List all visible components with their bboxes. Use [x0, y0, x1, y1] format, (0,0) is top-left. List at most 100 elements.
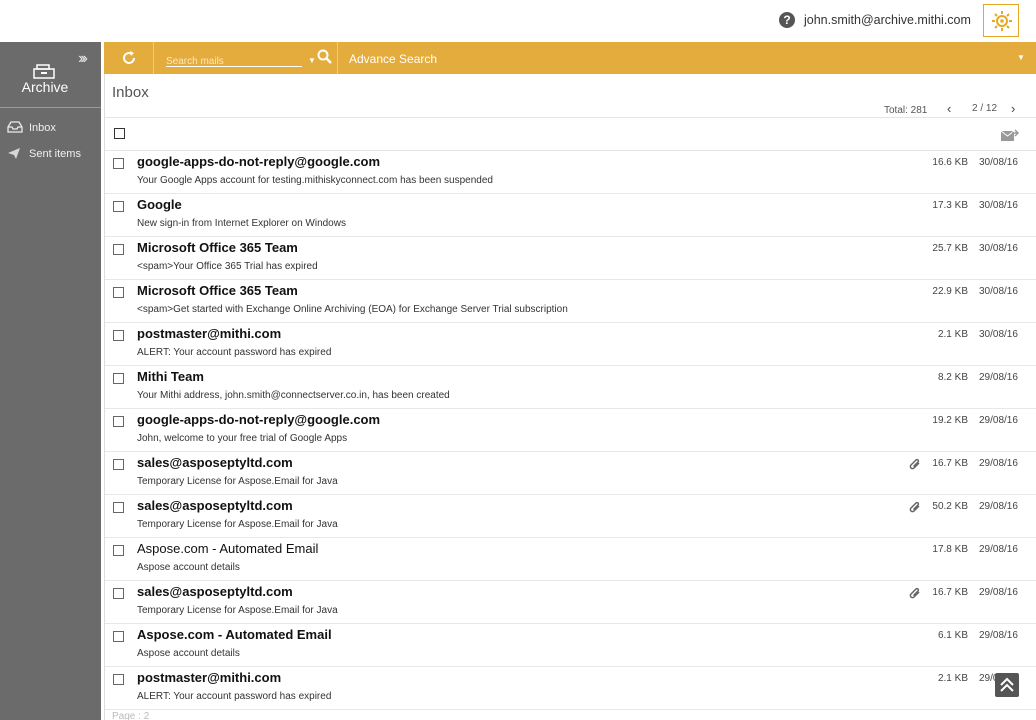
refresh-icon	[123, 51, 136, 64]
mail-row-checkbox[interactable]	[113, 674, 124, 685]
double-chevron-up-icon	[1000, 677, 1014, 692]
mail-subject: ALERT: Your account password has expired	[137, 347, 332, 358]
mail-subject: <spam>Get started with Exchange Online A…	[137, 304, 568, 315]
mail-sender: sales@asposeptyltd.com	[137, 584, 293, 599]
select-all-checkbox[interactable]	[114, 128, 125, 139]
archive-icon	[33, 64, 55, 79]
page-title: Inbox	[112, 84, 149, 101]
gear-sun-icon	[990, 10, 1014, 32]
help-icon[interactable]: ?	[779, 12, 795, 28]
mail-size: 17.3 KB	[932, 200, 968, 211]
refresh-button[interactable]	[104, 42, 154, 74]
mail-subject: New sign-in from Internet Explorer on Wi…	[137, 218, 346, 229]
mail-date: 30/08/16	[979, 286, 1018, 297]
mail-sender: Google	[137, 197, 182, 212]
mail-sender: Aspose.com - Automated Email	[137, 627, 332, 642]
sidebar: ››› Archive Inbox Sent items	[0, 42, 101, 720]
mail-date: 29/08/16	[979, 458, 1018, 469]
mail-sender: sales@asposeptyltd.com	[137, 455, 293, 470]
mail-size: 17.8 KB	[932, 544, 968, 555]
mail-size: 22.9 KB	[932, 286, 968, 297]
mail-subject: <spam>Your Office 365 Trial has expired	[137, 261, 318, 272]
mail-subject: Temporary License for Aspose.Email for J…	[137, 476, 338, 487]
mail-date: 30/08/16	[979, 157, 1018, 168]
sidebar-item-inbox[interactable]: Inbox	[0, 117, 101, 139]
search-icon[interactable]	[317, 49, 332, 64]
mail-date: 29/08/16	[979, 415, 1018, 426]
sidebar-item-label: Inbox	[29, 122, 56, 134]
mail-row[interactable]: google-apps-do-not-reply@google.com Your …	[105, 151, 1036, 194]
chevron-down-icon[interactable]: ▼	[1017, 53, 1025, 62]
search-input[interactable]	[166, 56, 296, 67]
mail-row-checkbox[interactable]	[113, 158, 124, 169]
mail-row[interactable]: postmaster@mithi.com ALERT: Your account …	[105, 667, 1036, 710]
mail-sender: google-apps-do-not-reply@google.com	[137, 154, 381, 169]
mail-sender: Aspose.com - Automated Email	[137, 541, 319, 556]
mail-date: 29/08/16	[979, 372, 1018, 383]
scroll-to-top-button[interactable]	[995, 673, 1019, 697]
mail-row[interactable]: Aspose.com - Automated Email Aspose accou…	[105, 538, 1036, 581]
mail-row[interactable]: google-apps-do-not-reply@google.com John,…	[105, 409, 1036, 452]
mail-subject: Aspose account details	[137, 562, 240, 573]
mail-subject: Your Google Apps account for testing.mit…	[137, 175, 493, 186]
mail-size: 2.1 KB	[937, 673, 968, 684]
mail-size: 2.1 KB	[937, 329, 968, 340]
settings-button[interactable]	[983, 4, 1019, 37]
user-email[interactable]: john.smith@archive.mithi.com	[804, 13, 971, 27]
mail-sender: sales@asposeptyltd.com	[137, 498, 293, 513]
mail-size: 25.7 KB	[932, 243, 968, 254]
mail-row[interactable]: Google New sign-in from Internet Explorer…	[105, 194, 1036, 237]
mail-row-checkbox[interactable]	[113, 416, 124, 427]
sidebar-item-label: Sent items	[29, 148, 81, 160]
next-page-icon[interactable]: ›	[1011, 101, 1015, 116]
collapse-sidebar-icon[interactable]: ›››	[78, 50, 88, 68]
mail-sender: google-apps-do-not-reply@google.com	[137, 412, 381, 427]
page-indicator: 2 / 12	[972, 103, 998, 114]
archive-label[interactable]: Archive	[0, 79, 90, 95]
mail-size: 6.1 KB	[937, 630, 968, 641]
list-header	[105, 117, 1036, 151]
move-mail-icon[interactable]	[1000, 128, 1020, 142]
mail-row-checkbox[interactable]	[113, 201, 124, 212]
paper-plane-icon	[8, 148, 20, 159]
mail-subject: Temporary License for Aspose.Email for J…	[137, 605, 338, 616]
mail-row-checkbox[interactable]	[113, 373, 124, 384]
mail-row[interactable]: Microsoft Office 365 Team <spam>Get start…	[105, 280, 1036, 323]
mail-row[interactable]: Mithi Team Your Mithi address, john.smith…	[105, 366, 1036, 409]
mail-row-checkbox[interactable]	[113, 287, 124, 298]
mail-row-checkbox[interactable]	[113, 244, 124, 255]
mail-subject: Temporary License for Aspose.Email for J…	[137, 519, 338, 530]
mail-sender: Mithi Team	[137, 369, 204, 384]
mail-row[interactable]: sales@asposeptyltd.com Temporary License …	[105, 581, 1036, 624]
advance-search-button[interactable]: Advance Search	[349, 52, 437, 66]
mail-size: 16.7 KB	[932, 587, 968, 598]
mail-row[interactable]: Microsoft Office 365 Team <spam>Your Offi…	[105, 237, 1036, 280]
mail-row-checkbox[interactable]	[113, 459, 124, 470]
toolbar-divider	[337, 42, 338, 74]
mail-row-checkbox[interactable]	[113, 330, 124, 341]
search-field	[166, 51, 302, 67]
mail-date: 30/08/16	[979, 200, 1018, 211]
mail-date: 29/08/16	[979, 544, 1018, 555]
mail-date: 30/08/16	[979, 329, 1018, 340]
mail-list: google-apps-do-not-reply@google.com Your …	[105, 151, 1036, 710]
mail-row-checkbox[interactable]	[113, 588, 124, 599]
mail-row[interactable]: sales@asposeptyltd.com Temporary License …	[105, 452, 1036, 495]
mail-subject: John, welcome to your free trial of Goog…	[137, 433, 348, 444]
mail-row[interactable]: sales@asposeptyltd.com Temporary License …	[105, 495, 1036, 538]
mail-date: 30/08/16	[979, 243, 1018, 254]
mail-date: 29/08/16	[979, 501, 1018, 512]
mail-row[interactable]: postmaster@mithi.com ALERT: Your account …	[105, 323, 1036, 366]
mail-row[interactable]: Aspose.com - Automated Email Aspose accou…	[105, 624, 1036, 667]
mail-row-checkbox[interactable]	[113, 631, 124, 642]
sidebar-item-sent[interactable]: Sent items	[0, 143, 101, 165]
mail-row-checkbox[interactable]	[113, 545, 124, 556]
prev-page-icon[interactable]: ‹	[947, 101, 951, 116]
paperclip-icon	[909, 501, 920, 513]
toolbar: ▼ Advance Search ▼	[104, 42, 1036, 74]
mail-subject: Aspose account details	[137, 648, 240, 659]
search-options-icon[interactable]: ▼	[308, 56, 316, 65]
total-count: Total: 281	[884, 105, 928, 116]
mail-subject: Your Mithi address, john.smith@connectse…	[137, 390, 450, 401]
mail-row-checkbox[interactable]	[113, 502, 124, 513]
